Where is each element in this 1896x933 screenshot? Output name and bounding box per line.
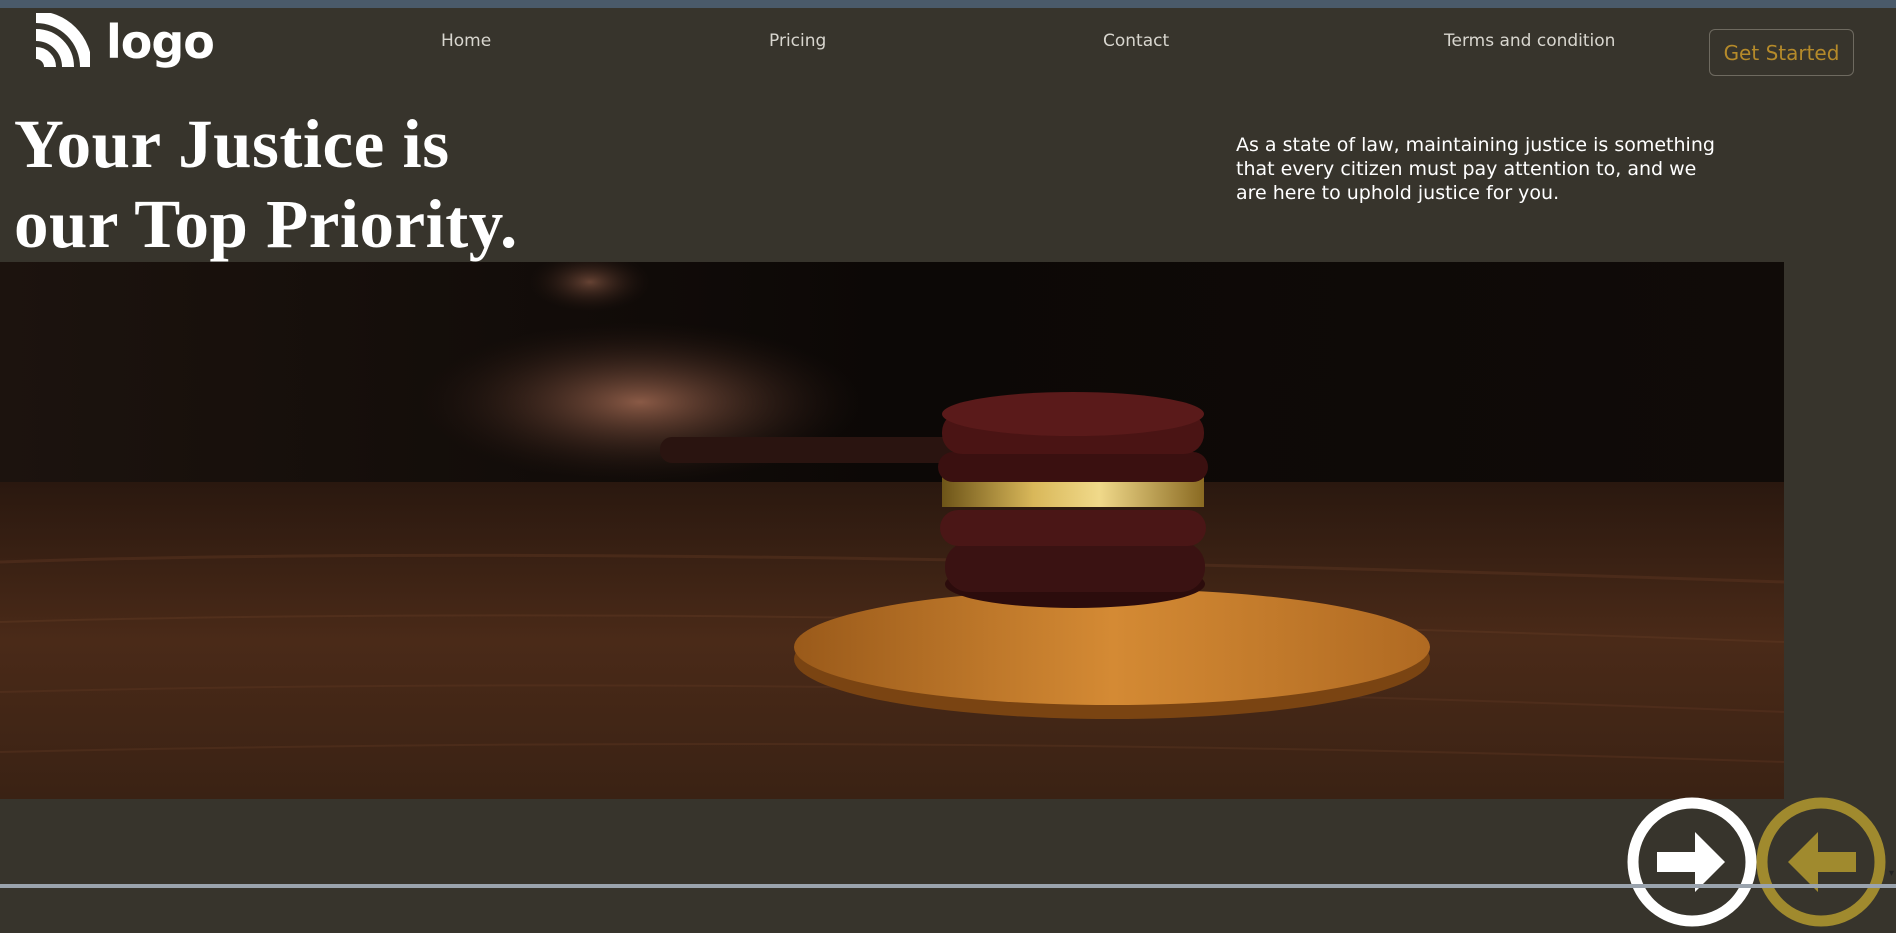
scroll-down-arrow-icon[interactable]: ▾	[1889, 868, 1894, 879]
hero-headline-line1: Your Justice is	[14, 106, 450, 182]
judge-gavel-on-sound-block-photo	[0, 262, 1784, 799]
hero-gavel-image	[0, 262, 1784, 799]
hero-intro-text: As a state of law, maintaining justice i…	[1236, 134, 1715, 204]
brand-logo[interactable]: logo	[32, 12, 215, 72]
nav-home-link[interactable]: Home	[441, 31, 491, 51]
arrow-right-icon	[1627, 797, 1757, 927]
window-top-border	[0, 0, 1896, 8]
logo-text: logo	[106, 15, 215, 69]
nav-terms-link[interactable]: Terms and condition	[1444, 31, 1615, 51]
carousel-next-button[interactable]	[1625, 795, 1759, 929]
horizontal-scrollbar[interactable]	[0, 884, 1896, 888]
nav-contact-link[interactable]: Contact	[1103, 31, 1169, 51]
hero-headline-line2: our Top Priority.	[14, 186, 518, 262]
carousel-prev-button[interactable]	[1754, 795, 1888, 929]
wifi-arcs-logo-icon	[35, 13, 90, 68]
get-started-button[interactable]: Get Started	[1709, 29, 1854, 76]
nav-pricing-link[interactable]: Pricing	[769, 31, 826, 51]
arrow-left-icon	[1756, 797, 1886, 927]
hero-headline: Your Justice is our Top Priority.	[14, 104, 518, 264]
